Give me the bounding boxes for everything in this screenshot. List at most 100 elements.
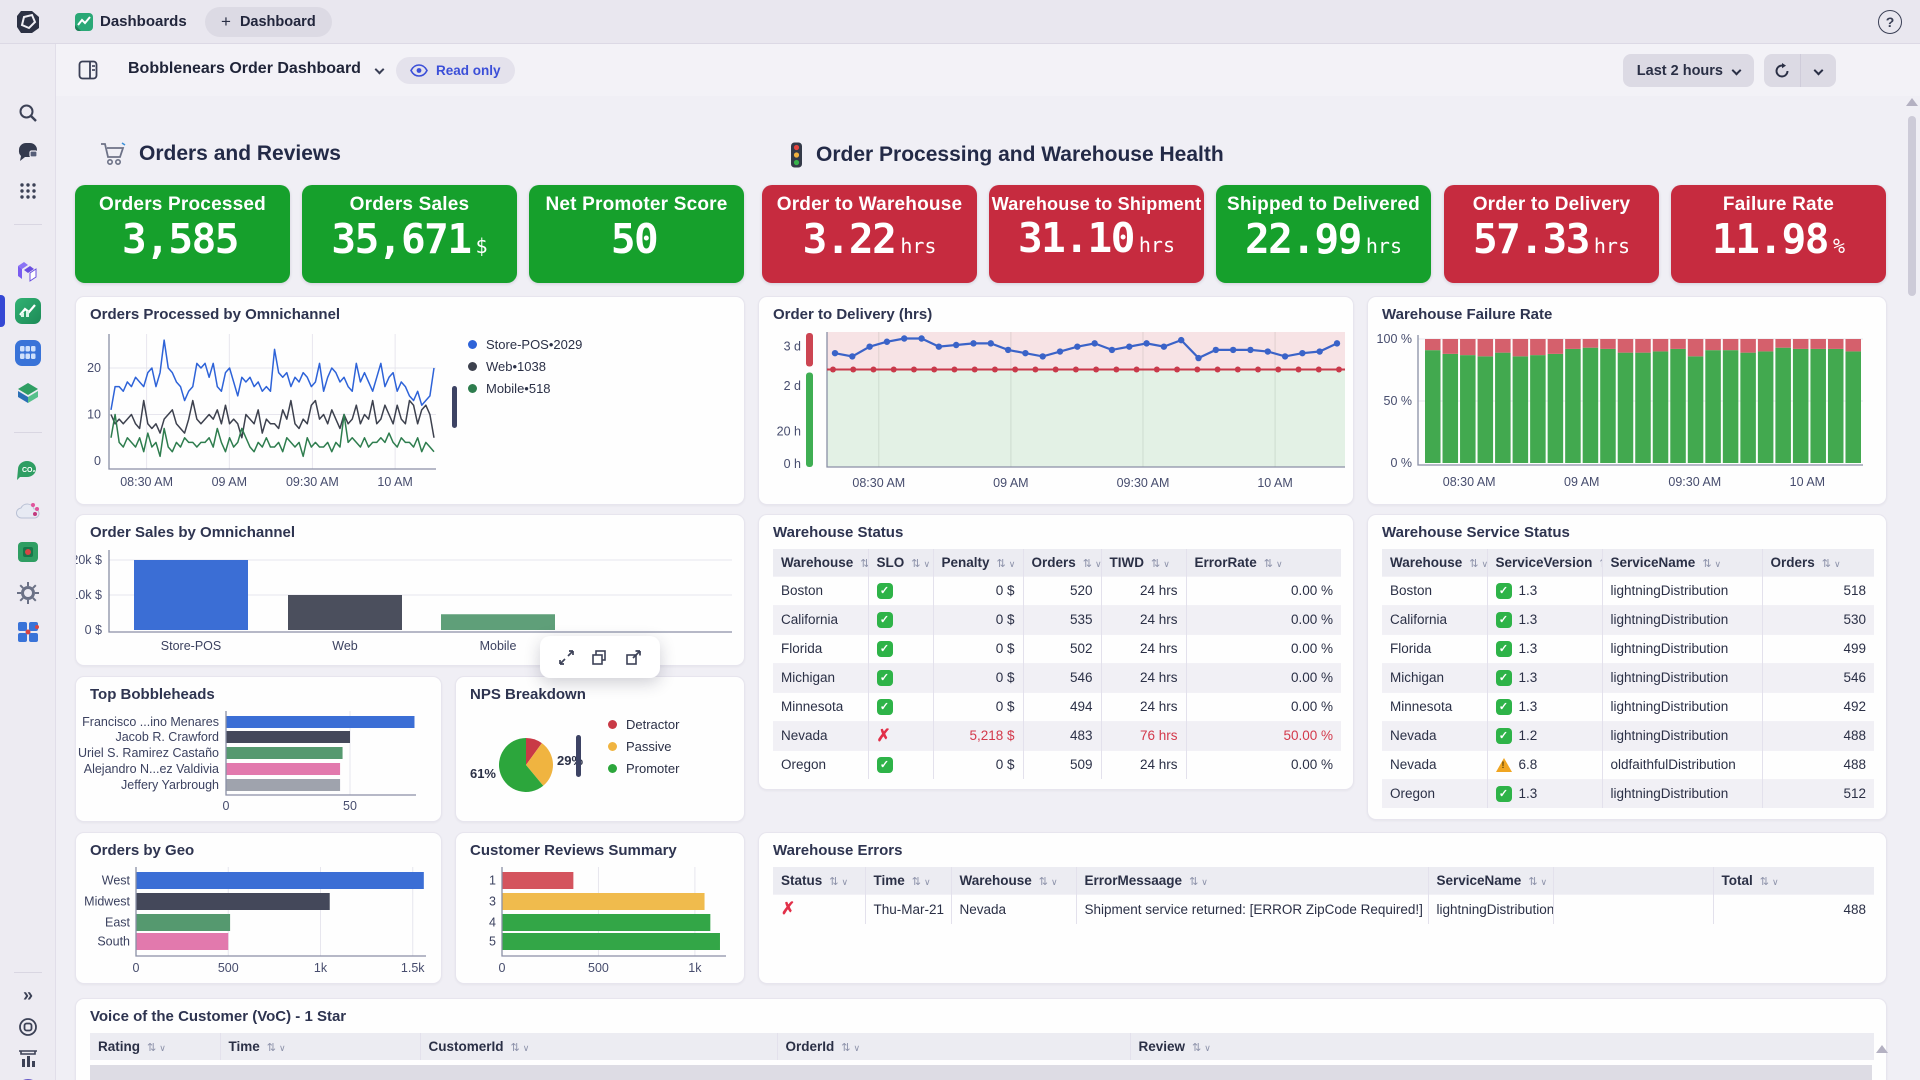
column-header[interactable]: TIWD⇅∨ xyxy=(1101,549,1186,576)
legend-item[interactable]: Passive xyxy=(608,739,679,754)
filter-chevron-icon[interactable]: ∨ xyxy=(1201,877,1208,887)
sort-icon[interactable]: ⇅ xyxy=(912,876,921,888)
teal-3d-app-icon[interactable] xyxy=(15,380,41,406)
grid-blue-app-icon[interactable] xyxy=(15,619,41,645)
dashboard-panel-icon[interactable] xyxy=(78,60,98,80)
legend-item[interactable]: Promoter xyxy=(608,761,679,776)
column-header[interactable]: Warehouse⇅∨ xyxy=(951,867,1076,894)
filter-chevron-icon[interactable]: ∨ xyxy=(841,877,848,887)
filter-chevron-icon[interactable]: ∨ xyxy=(1715,559,1722,569)
expand-sidebar-icon[interactable]: » xyxy=(15,982,41,1008)
sort-icon[interactable]: ⇅ xyxy=(511,1042,520,1054)
column-header[interactable]: SLO⇅∨ xyxy=(868,549,933,576)
vertical-scrollbar[interactable] xyxy=(1906,98,1918,1080)
column-header[interactable]: Penalty⇅∨ xyxy=(933,549,1023,576)
column-header[interactable]: ServiceName⇅∨ xyxy=(1428,867,1553,894)
sort-icon[interactable]: ⇅ xyxy=(1264,558,1273,570)
sort-icon[interactable]: ⇅ xyxy=(1151,558,1160,570)
column-header[interactable]: Orders⇅∨ xyxy=(1023,549,1101,576)
sort-icon[interactable]: ⇅ xyxy=(1528,876,1537,888)
gear-globe-app-icon[interactable] xyxy=(15,580,41,606)
time-range-picker[interactable]: Last 2 hours xyxy=(1623,54,1754,87)
scroll-up-icon[interactable] xyxy=(1876,1045,1888,1053)
column-header[interactable]: CustomerId⇅∨ xyxy=(420,1033,777,1060)
breadcrumb[interactable]: Dashboards xyxy=(100,13,187,30)
filter-chevron-icon[interactable]: ∨ xyxy=(1095,559,1101,569)
chart-legend[interactable]: Detractor Passive Promoter xyxy=(608,717,679,776)
refresh-interval-button[interactable] xyxy=(1801,54,1837,87)
duplicate-icon[interactable] xyxy=(591,649,608,666)
panel-top-bobbleheads[interactable]: Top Bobbleheads 050Francisco ...ino Mena… xyxy=(75,676,442,822)
column-header[interactable]: OrderId⇅∨ xyxy=(777,1033,1130,1060)
column-header[interactable]: Status⇅∨ xyxy=(773,867,865,894)
sort-icon[interactable]: ⇅ xyxy=(1192,1042,1201,1054)
dashboard-title[interactable]: Bobblenears Order Dashboard xyxy=(128,60,361,78)
panel-warehouse-status[interactable]: Warehouse Status Warehouse⇅∨SLO⇅∨Penalty… xyxy=(758,514,1354,790)
sort-icon[interactable]: ⇅ xyxy=(841,1042,850,1054)
chart-legend[interactable]: Store-POS•2029Web•1038Mobile•518 xyxy=(468,337,582,396)
filter-chevron-icon[interactable]: ∨ xyxy=(1541,877,1548,887)
column-header[interactable]: ErrorRate⇅∨ xyxy=(1186,549,1341,576)
panel-title[interactable]: Warehouse Service Status xyxy=(1382,524,1570,541)
filter-chevron-icon[interactable]: ∨ xyxy=(1204,1043,1211,1053)
filter-chevron-icon[interactable]: ∨ xyxy=(853,1043,860,1053)
legend-scrollbar[interactable] xyxy=(452,386,457,428)
legend-item[interactable]: Store-POS•2029 xyxy=(468,337,582,352)
filter-chevron-icon[interactable]: ∨ xyxy=(1834,559,1841,569)
panel-title[interactable]: Warehouse Status xyxy=(773,524,903,541)
cube-app-icon[interactable] xyxy=(15,539,41,565)
search-icon[interactable] xyxy=(15,100,41,126)
expand-icon[interactable] xyxy=(558,649,575,666)
sort-icon[interactable]: ⇅ xyxy=(1702,558,1711,570)
column-header[interactable]: Rating⇅∨ xyxy=(90,1033,220,1060)
column-header[interactable]: Time⇅∨ xyxy=(865,867,951,894)
filter-chevron-icon[interactable]: ∨ xyxy=(1051,877,1058,887)
chart-frame-icon[interactable] xyxy=(15,1046,41,1072)
panel-title[interactable]: Voice of the Customer (VoC) - 1 Star xyxy=(90,1008,346,1025)
legend-item[interactable]: Detractor xyxy=(608,717,679,732)
column-header[interactable]: Warehouse⇅∨ xyxy=(773,549,868,576)
panel-title[interactable]: Warehouse Errors xyxy=(773,842,903,859)
panel-nps-breakdown[interactable]: NPS Breakdown 61%29% DetractorPassivePro… xyxy=(455,676,745,822)
filter-chevron-icon[interactable]: ∨ xyxy=(523,1043,530,1053)
column-header[interactable]: ServiceName⇅∨ xyxy=(1602,549,1762,576)
panel-warehouse-service-status[interactable]: Warehouse Service Status Warehouse⇅∨Serv… xyxy=(1367,514,1887,820)
legend-item[interactable]: Web•1038 xyxy=(468,359,582,374)
filter-chevron-icon[interactable]: ∨ xyxy=(1163,559,1170,569)
filter-chevron-icon[interactable]: ∨ xyxy=(159,1043,166,1053)
sort-icon[interactable]: ⇅ xyxy=(147,1042,156,1054)
analytics-app-active-icon[interactable] xyxy=(15,298,41,324)
filter-chevron-icon[interactable]: ∨ xyxy=(1009,559,1016,569)
panel-voice-of-customer[interactable]: Voice of the Customer (VoC) - 1 Star Rat… xyxy=(75,998,1887,1080)
app-logo-icon[interactable] xyxy=(15,9,41,35)
panel-orders-processed-by-omnichannel[interactable]: Orders Processed by Omnichannel 0102008:… xyxy=(75,296,745,505)
column-header[interactable]: Time⇅∨ xyxy=(220,1033,420,1060)
read-only-badge[interactable]: Read only xyxy=(396,57,515,84)
help-icon[interactable]: ? xyxy=(1878,10,1902,34)
sort-icon[interactable]: ⇅ xyxy=(1083,558,1092,570)
sort-icon[interactable]: ⇅ xyxy=(911,558,920,570)
legend-scrollbar[interactable] xyxy=(576,735,581,777)
panel-warehouse-failure-rate[interactable]: Warehouse Failure Rate 0 %50 %100 %08:30… xyxy=(1367,296,1887,505)
sort-icon[interactable]: ⇅ xyxy=(267,1042,276,1054)
filter-chevron-icon[interactable]: ∨ xyxy=(279,1043,286,1053)
tab-dashboard[interactable]: + Dashboard xyxy=(205,7,332,37)
column-header[interactable]: Warehouse⇅∨ xyxy=(1382,549,1487,576)
voc-horizontal-scrollbar[interactable] xyxy=(90,1065,1872,1080)
sort-icon[interactable]: ⇅ xyxy=(860,558,868,570)
column-header[interactable]: ServiceVersion⇅∨ xyxy=(1487,549,1602,576)
sort-icon[interactable]: ⇅ xyxy=(1760,876,1769,888)
filter-chevron-icon[interactable]: ∨ xyxy=(1276,559,1283,569)
co2-app-icon[interactable]: CO₂ xyxy=(15,458,41,484)
panel-customer-reviews-summary[interactable]: Customer Reviews Summary 05001k1345 xyxy=(455,832,745,984)
panel-warehouse-errors[interactable]: Warehouse Errors Status⇅∨Time⇅∨Warehouse… xyxy=(758,832,1887,984)
column-header[interactable]: ErrorMessaage⇅∨ xyxy=(1076,867,1428,894)
panel-orders-by-geo[interactable]: Orders by Geo 05001k1.5kWestMidwestEastS… xyxy=(75,832,442,984)
table-app-icon[interactable] xyxy=(15,340,41,366)
filter-chevron-icon[interactable]: ∨ xyxy=(1482,559,1488,569)
column-header[interactable]: Total⇅∨ xyxy=(1713,867,1874,894)
column-header[interactable]: Review⇅∨ xyxy=(1130,1033,1874,1060)
cloud-ml-app-icon[interactable] xyxy=(15,498,41,524)
sort-icon[interactable]: ⇅ xyxy=(1822,558,1831,570)
column-header[interactable]: Orders⇅∨ xyxy=(1762,549,1874,576)
